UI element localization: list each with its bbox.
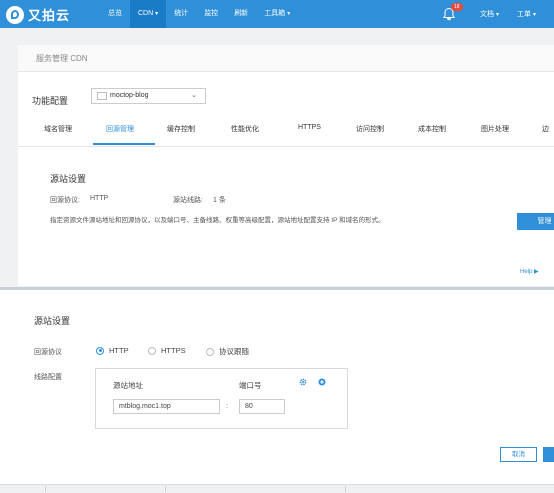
help-link[interactable]: Help ▶	[520, 268, 539, 275]
tab-edge[interactable]: 边	[542, 124, 549, 134]
nav-toolbox-label: 工具箱	[264, 10, 286, 17]
tab-origin[interactable]: 回源管理	[106, 124, 134, 134]
tab-access[interactable]: 访问控制	[356, 124, 384, 134]
logo-icon	[6, 5, 24, 24]
gear-icon[interactable]	[299, 378, 307, 386]
radio-follow[interactable]: 协议跟随	[206, 346, 249, 357]
tab-domain[interactable]: 域名管理	[44, 124, 72, 134]
manage-button[interactable]: 管理	[517, 213, 554, 230]
chevron-down-icon: ⌄	[191, 92, 197, 99]
active-tab-indicator	[93, 143, 155, 145]
top-right-tools: 18 文档 ▾ 工单 ▾	[442, 0, 554, 28]
bottom-bar-divider	[165, 486, 166, 492]
address-port-separator: :	[226, 403, 228, 410]
tab-cost[interactable]: 成本控制	[418, 124, 446, 134]
origin-summary-title: 源站设置	[50, 174, 87, 184]
origin-description: 指定资源文件源站地址和回源协议，以及端口号、主备线路、权重等高级配置，源站地址配…	[50, 217, 385, 224]
radio-follow-dot	[206, 347, 214, 356]
config-label: 功能配置	[32, 96, 69, 106]
origin-lines-value: 1 条	[213, 197, 226, 204]
radio-http-label: HTTP	[109, 346, 129, 355]
origin-lines-label: 源站线路:	[173, 197, 203, 204]
chevron-down-icon: ▾	[495, 12, 499, 18]
add-icon[interactable]	[318, 378, 326, 386]
tab-cache[interactable]: 缓存控制	[167, 124, 195, 134]
radio-http-dot	[96, 346, 104, 355]
line-config-label: 线路配置	[34, 374, 62, 381]
cancel-button[interactable]: 取消	[500, 447, 537, 462]
tab-https[interactable]: HTTPS	[298, 124, 321, 131]
radio-https-dot	[148, 346, 156, 355]
tab-performance[interactable]: 性能优化	[231, 124, 259, 134]
service-icon	[97, 92, 107, 100]
tickets-menu[interactable]: 工单 ▾	[517, 9, 536, 19]
notifications-button[interactable]: 18	[442, 3, 463, 21]
origin-protocol-value: HTTP	[90, 195, 109, 202]
nav-monitor-label: 监控	[204, 10, 219, 17]
nav-refresh-label: 刷新	[234, 10, 249, 17]
nav-cdn-label: CDN	[138, 10, 154, 17]
config-card: 功能配置 moctop-blog ⌄ 域名管理 回源管理 缓存控制 性能优化 H…	[18, 72, 554, 286]
top-navigation-bar: 又拍云 总览 CDN ▾ 统计 监控 刷新 工具箱 ▾ 18 文档 ▾ 工单 ▾	[0, 0, 554, 28]
port-header: 端口号	[239, 381, 262, 390]
brand-logo[interactable]: 又拍云	[6, 5, 70, 24]
origin-form-panel: 源站设置 回源协议 HTTP HTTPS 协议跟随 线路配置 源站地址 端口号 …	[0, 290, 554, 492]
line-config-box: 源站地址 端口号 mtblog.moc1.top : 80	[95, 368, 348, 429]
radio-https-label: HTTPS	[161, 346, 186, 355]
brand-name: 又拍云	[28, 8, 71, 23]
tab-image[interactable]: 图片处理	[481, 124, 509, 134]
main-nav: 总览 CDN ▾ 统计 监控 刷新 工具箱 ▾	[100, 0, 298, 28]
origin-address-input[interactable]: mtblog.moc1.top	[113, 399, 220, 414]
nav-refresh[interactable]: 刷新	[226, 0, 256, 28]
protocol-label: 回源协议	[34, 349, 62, 356]
origin-protocol-label: 回源协议:	[50, 197, 80, 204]
nav-overview[interactable]: 总览	[100, 0, 130, 28]
breadcrumb: 服务管理 CDN	[36, 54, 88, 63]
bottom-bar-divider	[45, 486, 46, 492]
docs-label: 文档	[479, 11, 494, 18]
nav-stats-label: 统计	[174, 10, 189, 17]
address-header: 源站地址	[113, 381, 143, 390]
tickets-label: 工单	[516, 11, 531, 18]
nav-stats[interactable]: 统计	[166, 0, 196, 28]
origin-form-title: 源站设置	[34, 316, 71, 326]
chevron-down-icon: ▾	[532, 12, 536, 18]
bottom-bar-divider	[345, 486, 346, 492]
notification-badge: 18	[450, 3, 463, 11]
confirm-button[interactable]	[543, 447, 554, 462]
nav-overview-label: 总览	[108, 10, 122, 17]
nav-monitor[interactable]: 监控	[196, 0, 226, 28]
breadcrumb-bar: 服务管理 CDN	[18, 45, 554, 72]
radio-http[interactable]: HTTP	[96, 346, 129, 355]
service-select[interactable]: moctop-blog ⌄	[91, 88, 206, 104]
chevron-down-icon: ▾	[155, 11, 159, 17]
feature-tabs: 域名管理 回源管理 缓存控制 性能优化 HTTPS 访问控制 成本控制 图片处理…	[18, 120, 554, 147]
nav-cdn[interactable]: CDN ▾	[130, 0, 167, 28]
radio-follow-label: 协议跟随	[219, 347, 249, 356]
service-select-value: moctop-blog	[110, 92, 149, 99]
origin-port-input[interactable]: 80	[239, 399, 285, 414]
chevron-down-icon: ▾	[287, 11, 291, 17]
nav-toolbox[interactable]: 工具箱 ▾	[256, 0, 298, 28]
docs-menu[interactable]: 文档 ▾	[480, 9, 499, 19]
radio-https[interactable]: HTTPS	[148, 346, 186, 355]
